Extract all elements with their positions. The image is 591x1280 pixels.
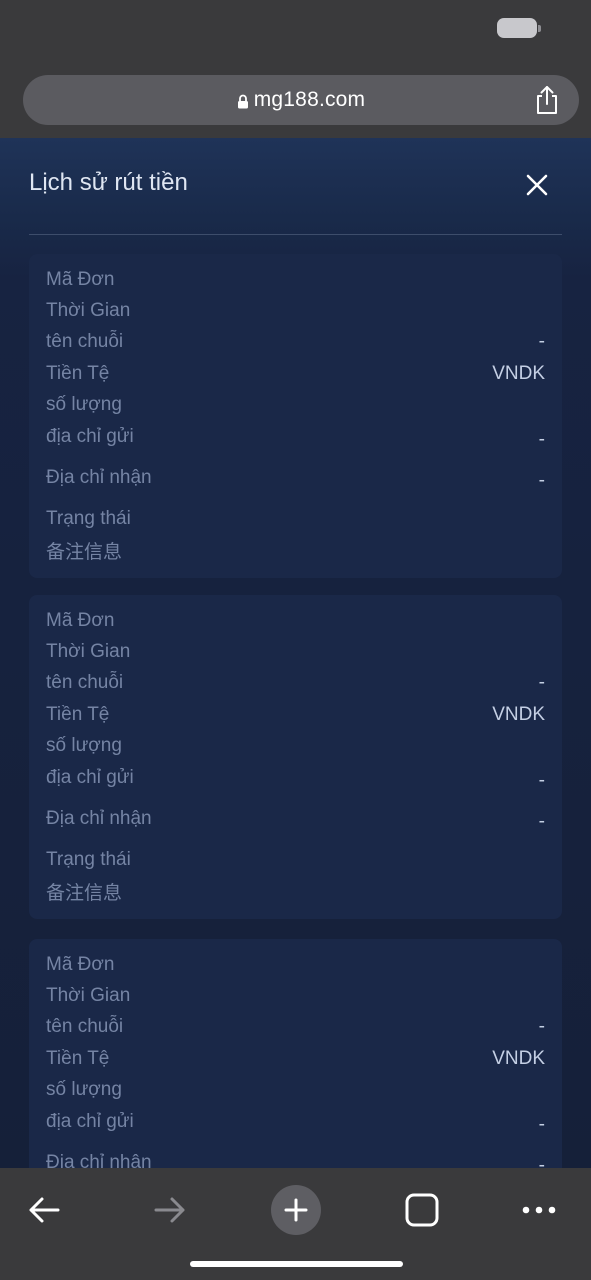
record-card: Mã Đơn Thời Gian tên chuỗi - Tiền Tệ VND… bbox=[29, 595, 562, 919]
currency-label: Tiền Tệ bbox=[46, 1048, 110, 1069]
currency-value: VNDK bbox=[492, 363, 545, 384]
row-remark: 备注信息 bbox=[46, 878, 545, 904]
row-to-address: Địa chỉ nhận - bbox=[46, 465, 545, 491]
back-icon bbox=[29, 1197, 60, 1223]
time-label: Thời Gian bbox=[46, 300, 131, 321]
row-currency: Tiền Tệ VNDK bbox=[46, 1046, 545, 1072]
row-chain-name: tên chuỗi - bbox=[46, 329, 545, 355]
tabs-button[interactable] bbox=[392, 1180, 452, 1240]
to-address-label: Địa chỉ nhận bbox=[46, 808, 152, 829]
row-time: Thời Gian bbox=[46, 983, 545, 1009]
row-from-address: địa chỉ gửi - bbox=[46, 765, 545, 791]
from-address-value: - bbox=[538, 1114, 545, 1135]
row-currency: Tiền Tệ VNDK bbox=[46, 702, 545, 728]
row-to-address: Địa chỉ nhận - bbox=[46, 1150, 545, 1168]
row-from-address: địa chỉ gửi - bbox=[46, 424, 545, 450]
row-chain-name: tên chuỗi - bbox=[46, 670, 545, 696]
header-divider bbox=[29, 234, 562, 235]
more-icon bbox=[522, 1206, 556, 1214]
row-order-id: Mã Đơn bbox=[46, 608, 545, 634]
time-label: Thời Gian bbox=[46, 985, 131, 1006]
row-amount: số lượng bbox=[46, 392, 545, 418]
browser-address-area: mg188.com bbox=[0, 62, 591, 138]
row-status: Trạng thái bbox=[46, 506, 545, 532]
row-amount: số lượng bbox=[46, 1077, 545, 1103]
row-order-id: Mã Đơn bbox=[46, 952, 545, 978]
chain-name-value: - bbox=[538, 672, 545, 693]
currency-label: Tiền Tệ bbox=[46, 363, 110, 384]
forward-icon bbox=[154, 1197, 185, 1223]
status-label: Trạng thái bbox=[46, 849, 131, 870]
from-address-value: - bbox=[538, 429, 545, 450]
status-bar bbox=[0, 0, 591, 62]
currency-value: VNDK bbox=[492, 704, 545, 725]
from-address-label: địa chỉ gửi bbox=[46, 767, 134, 788]
to-address-label: Địa chỉ nhận bbox=[46, 467, 152, 488]
amount-label: số lượng bbox=[46, 735, 122, 756]
new-tab-button[interactable] bbox=[266, 1180, 326, 1240]
row-status: Trạng thái bbox=[46, 847, 545, 873]
row-time: Thời Gian bbox=[46, 639, 545, 665]
amount-label: số lượng bbox=[46, 1079, 122, 1100]
order-id-label: Mã Đơn bbox=[46, 954, 115, 975]
url-text: mg188.com bbox=[253, 88, 366, 111]
tabs-icon bbox=[405, 1193, 439, 1227]
forward-button[interactable] bbox=[140, 1180, 200, 1240]
order-id-label: Mã Đơn bbox=[46, 269, 115, 290]
modal-header: Lịch sử rút tiền bbox=[0, 138, 591, 236]
withdrawal-history-modal: Lịch sử rút tiền Mã Đơn Thời Gian tên ch… bbox=[0, 138, 591, 1168]
close-icon[interactable] bbox=[523, 171, 551, 199]
lock-icon bbox=[237, 94, 248, 108]
row-to-address: Địa chỉ nhận - bbox=[46, 806, 545, 832]
time-label: Thời Gian bbox=[46, 641, 131, 662]
row-remark: 备注信息 bbox=[46, 537, 545, 563]
home-indicator bbox=[190, 1261, 403, 1267]
address-bar[interactable]: mg188.com bbox=[23, 75, 579, 125]
chain-name-label: tên chuỗi bbox=[46, 672, 124, 693]
from-address-label: địa chỉ gửi bbox=[46, 426, 134, 447]
from-address-value: - bbox=[538, 770, 545, 791]
status-label: Trạng thái bbox=[46, 508, 131, 529]
chain-name-value: - bbox=[538, 331, 545, 352]
amount-label: số lượng bbox=[46, 394, 122, 415]
more-button[interactable] bbox=[509, 1180, 569, 1240]
row-from-address: địa chỉ gửi - bbox=[46, 1109, 545, 1135]
url-display[interactable]: mg188.com bbox=[23, 75, 579, 125]
remark-label: 备注信息 bbox=[46, 541, 123, 563]
row-currency: Tiền Tệ VNDK bbox=[46, 361, 545, 387]
row-amount: số lượng bbox=[46, 733, 545, 759]
back-button[interactable] bbox=[14, 1180, 74, 1240]
to-address-value: - bbox=[538, 470, 545, 491]
to-address-label: Địa chỉ nhận bbox=[46, 1152, 152, 1168]
chain-name-label: tên chuỗi bbox=[46, 331, 124, 352]
modal-title: Lịch sử rút tiền bbox=[29, 169, 188, 196]
new-tab-icon bbox=[271, 1185, 321, 1235]
battery-tip bbox=[538, 25, 541, 32]
chain-name-label: tên chuỗi bbox=[46, 1016, 124, 1037]
share-icon[interactable] bbox=[533, 85, 561, 115]
currency-value: VNDK bbox=[492, 1048, 545, 1069]
chain-name-value: - bbox=[538, 1016, 545, 1037]
row-chain-name: tên chuỗi - bbox=[46, 1014, 545, 1040]
row-order-id: Mã Đơn bbox=[46, 267, 545, 293]
from-address-label: địa chỉ gửi bbox=[46, 1111, 134, 1132]
remark-label: 备注信息 bbox=[46, 882, 123, 904]
record-card: Mã Đơn Thời Gian tên chuỗi - Tiền Tệ VND… bbox=[29, 254, 562, 578]
currency-label: Tiền Tệ bbox=[46, 704, 110, 725]
row-time: Thời Gian bbox=[46, 298, 545, 324]
to-address-value: - bbox=[538, 811, 545, 832]
record-card: Mã Đơn Thời Gian tên chuỗi - Tiền Tệ VND… bbox=[29, 939, 562, 1168]
to-address-value: - bbox=[538, 1155, 545, 1168]
order-id-label: Mã Đơn bbox=[46, 610, 115, 631]
battery-icon bbox=[497, 18, 537, 38]
